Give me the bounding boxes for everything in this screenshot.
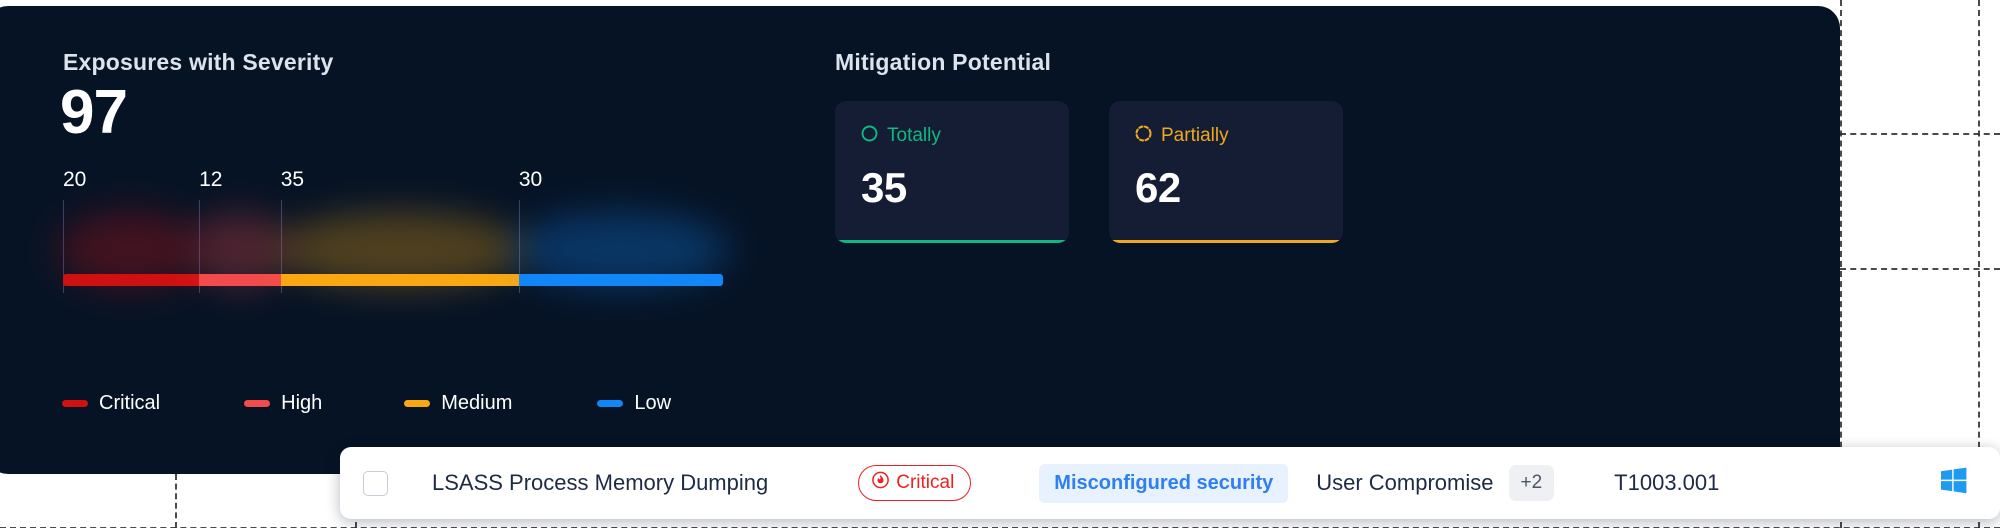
mitigation-card-value: 62: [1135, 164, 1181, 211]
mitigation-section-title: Mitigation Potential: [835, 49, 1052, 75]
mitigation-card-label: Partially: [1161, 125, 1229, 146]
legend-item-label: High: [281, 392, 323, 414]
grid-line-vertical: [175, 474, 177, 528]
exposures-section-title: Exposures with Severity: [63, 49, 334, 75]
legend-swatch-icon: [244, 400, 271, 407]
impact-label: User Compromise: [1316, 470, 1494, 495]
mitigation-card-group: Totally 35 Partially 62: [835, 101, 1343, 243]
technique-id: T1003.001: [1614, 470, 1720, 495]
legend-item-medium[interactable]: Medium: [404, 392, 512, 415]
exposures-total-value: 97: [60, 78, 128, 147]
fire-icon: [872, 471, 890, 495]
severity-tick-label: 35: [280, 168, 305, 191]
severity-tick-label: 12: [199, 168, 223, 191]
mitigation-card-label: Totally: [887, 125, 941, 146]
exposure-row[interactable]: LSASS Process Memory Dumping Critical Mi…: [340, 447, 2000, 519]
impact-more-count[interactable]: +2: [1508, 465, 1555, 501]
mitigation-card-header: Partially: [1135, 125, 1317, 147]
legend-swatch-icon: [62, 400, 88, 407]
legend-swatch-icon: [597, 400, 624, 407]
circle-dashed-icon: [1135, 125, 1152, 147]
page-root: Exposures with Severity 97 20 12 35 30 Crit…: [0, 0, 2000, 528]
mitigation-card-value: 35: [861, 164, 907, 211]
legend-item-high[interactable]: High: [244, 392, 322, 415]
dashboard-panel: Exposures with Severity 97 20 12 35 30 Crit…: [0, 6, 1840, 474]
legend-item-label: Low: [634, 392, 672, 414]
mitigation-card-header: Totally: [861, 125, 1043, 147]
grid-line-horizontal: [1840, 268, 2000, 270]
circle-outline-icon: [861, 125, 878, 147]
severity-segment-critical[interactable]: [57, 212, 206, 288]
grid-line-horizontal: [1840, 133, 2000, 135]
row-select-checkbox[interactable]: [363, 470, 388, 496]
legend-swatch-icon: [404, 400, 431, 407]
severity-segment-high[interactable]: [193, 212, 287, 288]
legend-item-critical[interactable]: Critical: [62, 392, 160, 415]
severity-segment-low[interactable]: [512, 212, 729, 288]
mitigation-card-totally[interactable]: Totally 35: [835, 101, 1069, 243]
severity-badge-label: Critical: [896, 472, 955, 493]
exposure-title: LSASS Process Memory Dumping: [432, 470, 769, 495]
severity-badge[interactable]: Critical: [858, 465, 972, 501]
severity-tick-label: 20: [63, 168, 87, 191]
severity-tick-label: 30: [518, 168, 543, 191]
severity-legend: Critical High Medium Low: [62, 392, 671, 415]
severity-stacked-bar[interactable]: [57, 212, 729, 288]
category-tag[interactable]: Misconfigured security: [1039, 463, 1289, 503]
legend-item-low[interactable]: Low: [597, 392, 671, 415]
mitigation-card-partially[interactable]: Partially 62: [1109, 101, 1343, 243]
windows-icon: [1939, 466, 1968, 500]
legend-item-label: Critical: [99, 392, 161, 414]
legend-item-label: Medium: [441, 392, 513, 414]
severity-segment-medium[interactable]: [274, 212, 525, 288]
